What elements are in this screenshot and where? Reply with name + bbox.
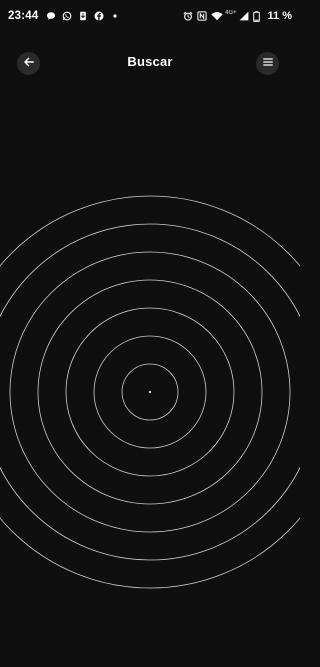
radar-display: [0, 195, 300, 589]
radar-center-dot: [148, 390, 152, 394]
